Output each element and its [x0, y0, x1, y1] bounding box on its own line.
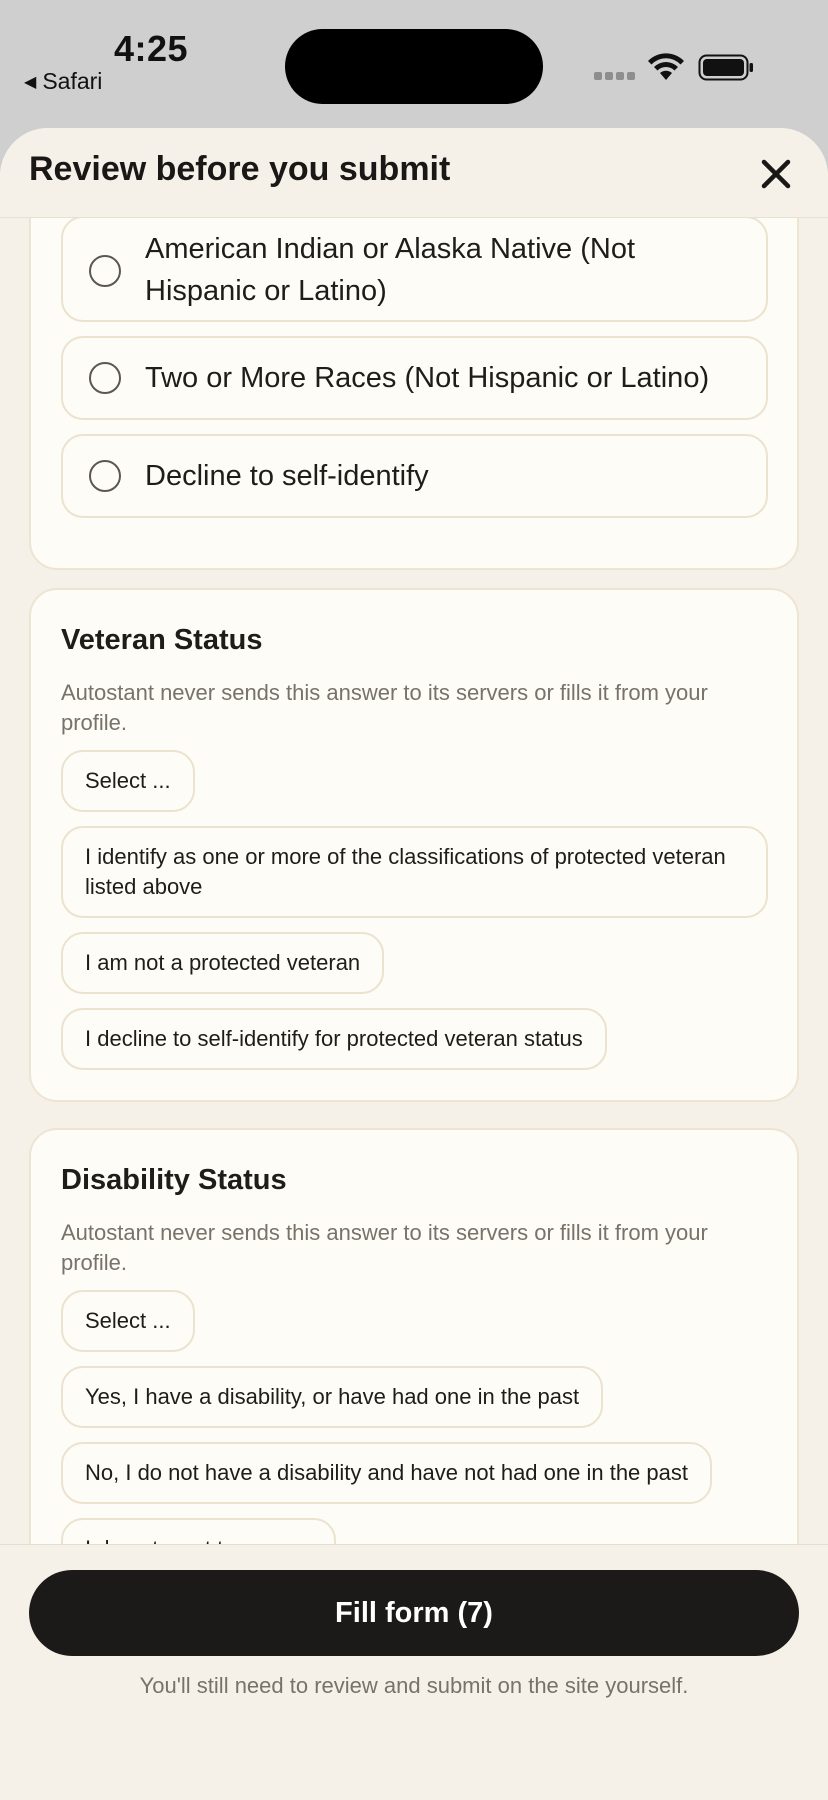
veteran-privacy-note: Autostant never sends this answer to its…	[61, 680, 708, 735]
radio-button-icon[interactable]	[89, 362, 121, 394]
race-card: American Indian or Alaska Native (Not Hi…	[29, 218, 799, 570]
sheet-header: Review before you submit	[0, 128, 828, 218]
footer-note: You'll still need to review and submit o…	[139, 1673, 689, 1698]
race-option-label: American Indian or Alaska Native (Not Hi…	[145, 233, 635, 307]
status-time: 4:25	[114, 28, 189, 69]
race-option[interactable]: American Indian or Alaska Native (Not Hi…	[61, 218, 768, 322]
back-to-safari-link[interactable]: ◀ Safari	[24, 68, 102, 95]
fill-form-button[interactable]: Fill form (7)	[29, 1570, 799, 1656]
veteran-status-card: Veteran Status Autostant never sends thi…	[29, 588, 799, 1102]
race-option-label: Decline to self-identify	[145, 460, 429, 492]
radio-button-icon[interactable]	[89, 460, 121, 492]
wifi-icon	[648, 53, 684, 80]
disability-privacy-note: Autostant never sends this answer to its…	[61, 1220, 708, 1275]
radio-button-icon[interactable]	[89, 255, 121, 287]
back-app-label: Safari	[42, 68, 103, 94]
disability-option-select[interactable]: Select ...	[61, 1290, 195, 1352]
battery-icon	[698, 54, 753, 81]
disability-status-title: Disability Status	[61, 1164, 287, 1196]
disability-option-yes[interactable]: Yes, I have a disability, or have had on…	[61, 1366, 604, 1428]
sheet-footer: Fill form (7) You'll still need to revie…	[0, 1544, 828, 1800]
sheet-scroll-area[interactable]: American Indian or Alaska Native (Not Hi…	[0, 218, 828, 1544]
veteran-option-not-protected[interactable]: I am not a protected veteran	[61, 932, 385, 994]
veteran-status-title: Veteran Status	[61, 624, 263, 656]
race-option-label: Two or More Races (Not Hispanic or Latin…	[145, 362, 710, 394]
review-sheet: Review before you submit American Indian…	[0, 128, 828, 1800]
cellular-signal-icon	[594, 72, 635, 80]
veteran-option-select[interactable]: Select ...	[61, 750, 195, 812]
disability-option-no[interactable]: No, I do not have a disability and have …	[61, 1442, 712, 1504]
race-option[interactable]: Two or More Races (Not Hispanic or Latin…	[61, 336, 768, 420]
close-icon[interactable]	[754, 152, 798, 196]
disability-status-card: Disability Status Autostant never sends …	[29, 1128, 799, 1544]
back-triangle-icon: ◀	[24, 73, 37, 91]
veteran-option-protected[interactable]: I identify as one or more of the classif…	[61, 826, 768, 918]
dynamic-island	[285, 29, 543, 104]
sheet-title: Review before you submit	[29, 150, 451, 188]
status-bar: 4:25 ◀ Safari	[0, 0, 828, 130]
veteran-option-decline[interactable]: I decline to self-identify for protected…	[61, 1008, 607, 1070]
race-option[interactable]: Decline to self-identify	[61, 434, 768, 518]
disability-option-decline[interactable]: I do not want to answer	[61, 1518, 337, 1544]
